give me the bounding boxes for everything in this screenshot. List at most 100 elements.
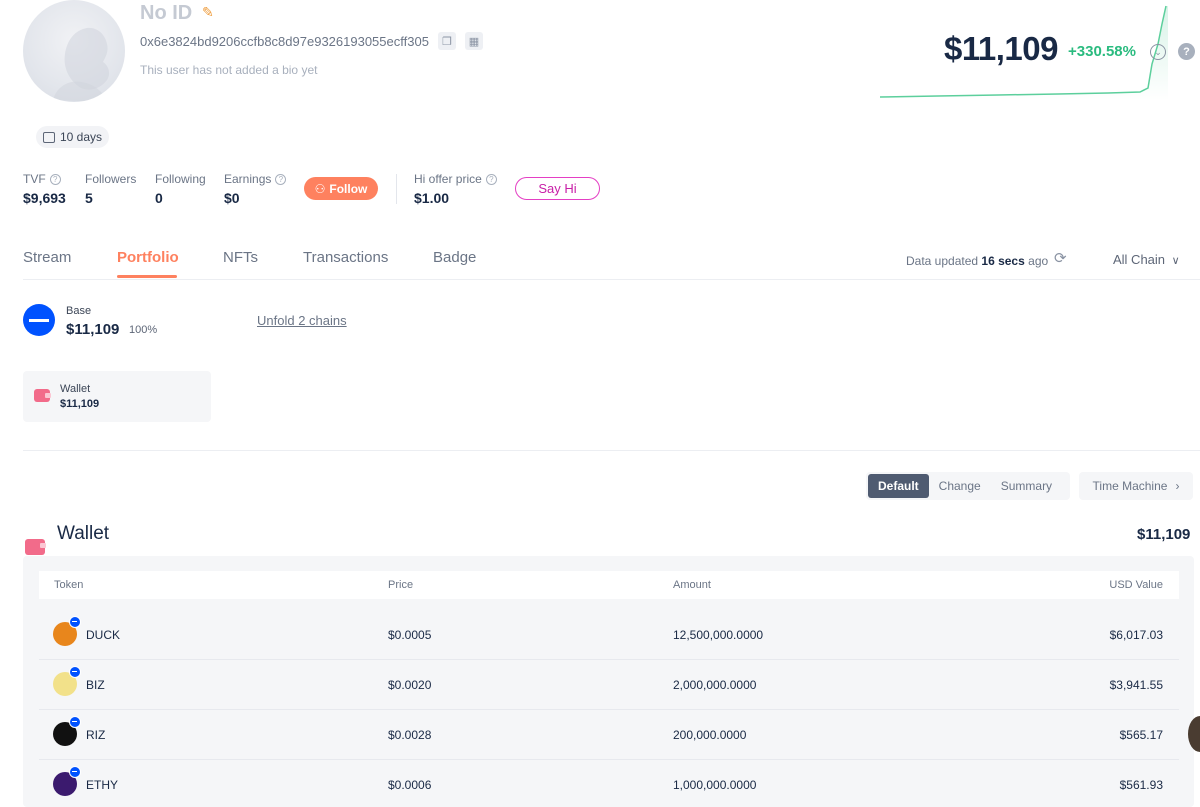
wallet-card-label: Wallet [60,383,91,395]
updated-time: 16 secs [981,254,1025,268]
refresh-icon[interactable]: ⟳ [1054,251,1070,267]
chevron-down-icon[interactable]: ⌄ [1150,44,1166,60]
divider [396,174,397,204]
net-worth-change: +330.58% [1068,43,1136,60]
chevron-down-icon: ∨ [1171,255,1180,267]
chevron-right-icon: › [1175,479,1180,493]
token-usd-value: $561.93 [1119,778,1163,792]
profile-name: No ID [140,2,193,24]
active-tab-indicator [117,275,177,278]
column-header-price: Price [388,579,414,591]
user-plus-icon: ⚇ [314,181,326,196]
chain-filter-label: All Chain [1113,252,1166,267]
stat-following[interactable]: Following 0 [155,172,206,206]
stat-following-value: 0 [155,190,163,206]
net-worth-value: $11,109 [944,30,1058,67]
tab-stream[interactable]: Stream [23,249,71,266]
stat-offer-price: Hi offer price? $1.00 [414,172,497,206]
column-header-usd-value: USD Value [1109,579,1163,591]
chain-value: $11,109 [66,321,120,338]
stat-followers-value: 5 [85,190,93,206]
token-symbol: ETHY [86,778,119,792]
token-table: Token Price Amount USD Value DUCK $0.000… [23,556,1194,807]
tab-badge[interactable]: Badge [433,249,476,266]
chain-filter-dropdown[interactable]: All Chain ∨ [1113,252,1180,267]
wallet-section-title: Wallet [57,523,110,544]
base-chain-badge-icon [69,666,81,678]
stat-followers-label: Followers [85,172,137,186]
column-header-amount: Amount [673,579,711,591]
base-chain-badge-icon [69,616,81,628]
updated-prefix: Data updated [906,254,979,268]
token-price: $0.0006 [388,778,432,792]
token-symbol: DUCK [86,628,121,642]
tab-transactions[interactable]: Transactions [303,249,388,266]
follow-button[interactable]: ⚇ Follow [304,177,378,200]
divider [23,279,1200,280]
offer-price-label: Hi offer price [414,172,482,186]
token-usd-value: $6,017.03 [1109,628,1163,642]
question-icon[interactable]: ? [49,173,61,185]
account-age-text: 10 days [60,130,103,144]
token-usd-value: $3,941.55 [1109,678,1163,692]
tab-nfts[interactable]: NFTs [223,249,258,266]
divider [23,450,1200,451]
token-symbol: BIZ [86,678,105,692]
question-icon[interactable]: ? [485,173,497,185]
wallet-card-value: $11,109 [60,398,100,410]
token-price: $0.0028 [388,728,432,742]
table-row[interactable]: BIZ $0.0020 2,000,000.0000 $3,941.55 [39,660,1179,710]
calendar-icon [43,131,55,143]
account-age-badge: 10 days [36,126,110,148]
unfold-chains-link[interactable]: Unfold 2 chains [257,313,347,328]
stat-followers[interactable]: Followers 5 [85,172,136,206]
avatar [23,0,125,102]
table-header: Token Price Amount USD Value [39,571,1179,599]
view-default-button[interactable]: Default [868,474,929,498]
token-amount: 12,500,000.0000 [673,628,764,642]
follow-button-label: Follow [329,181,368,196]
base-chain-logo-icon [23,304,55,336]
wallet-summary-card[interactable] [23,371,211,422]
edit-pencil-icon[interactable]: ✎ [202,5,216,19]
view-summary-button[interactable]: Summary [991,474,1062,498]
base-chain-badge-icon [69,766,81,778]
stat-earnings-value: $0 [224,190,240,206]
avatar-silhouette-icon [53,27,110,102]
table-row[interactable]: DUCK $0.0005 12,500,000.0000 $6,017.03 [39,610,1179,660]
stat-following-label: Following [155,172,206,186]
token-amount: 1,000,000.0000 [673,778,757,792]
time-machine-label: Time Machine [1092,479,1168,493]
question-icon[interactable]: ? [275,173,287,185]
token-symbol: RIZ [86,728,106,742]
updated-suffix: ago [1028,254,1049,268]
view-mode-toggle: Default Change Summary [866,472,1070,500]
wallet-icon [25,539,46,555]
table-row[interactable]: ETHY $0.0006 1,000,000.0000 $561.93 [39,760,1179,807]
stat-earnings: Earnings? $0 [224,172,287,206]
wallet-icon [34,389,51,402]
token-price: $0.0005 [388,628,432,642]
say-hi-button[interactable]: Say Hi [515,177,600,200]
column-header-token: Token [54,579,84,591]
time-machine-button[interactable]: Time Machine › [1079,472,1193,500]
chain-name: Base [66,305,92,317]
stat-tvf: TVF? $9,693 [23,172,66,206]
token-usd-value: $565.17 [1119,728,1163,742]
chain-percent: 100% [129,324,158,336]
table-row[interactable]: RIZ $0.0028 200,000.0000 $565.17 [39,710,1179,760]
profile-bio: This user has not added a bio yet [140,63,318,77]
data-updated-status: Data updated 16 secs ago [906,254,1048,268]
wallet-section-total: $11,109 [1137,526,1191,543]
view-change-button[interactable]: Change [929,474,991,498]
stat-earnings-label: Earnings [224,172,272,186]
base-chain-badge-icon [69,716,81,728]
copy-address-icon[interactable]: ❐ [438,32,456,50]
help-icon[interactable]: ? [1178,43,1195,60]
tab-portfolio[interactable]: Portfolio [117,249,179,266]
stat-tvf-label: TVF [23,172,46,186]
token-amount: 200,000.0000 [673,728,747,742]
offer-price-value: $1.00 [414,190,450,206]
stat-tvf-value: $9,693 [23,190,66,206]
qr-code-icon[interactable]: ▦ [465,32,483,50]
